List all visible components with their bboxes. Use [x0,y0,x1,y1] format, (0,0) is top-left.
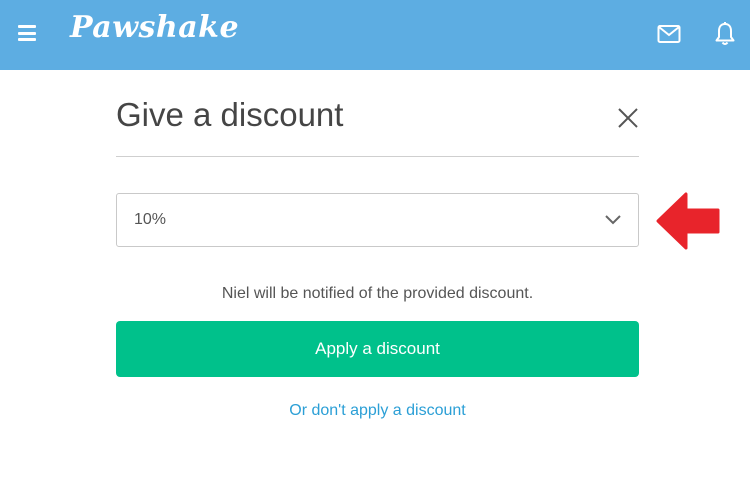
arrow-left-icon [656,192,720,250]
mail-icon[interactable] [657,24,681,44]
notification-notice: Niel will be notified of the provided di… [221,285,534,302]
brand-logo[interactable]: Pawshake [70,10,239,45]
top-navigation-bar: Pawshake [0,0,750,70]
close-icon[interactable] [617,107,639,129]
apply-discount-button[interactable]: Apply a discount [116,321,639,377]
menu-icon[interactable] [18,25,36,41]
chevron-down-icon [605,215,621,225]
page-title: Give a discount [116,96,344,133]
discount-select-value: 10% [134,211,167,228]
title-divider [116,156,639,157]
discount-select[interactable]: 10% [116,193,639,247]
skip-discount-link[interactable]: Or don't apply a discount [116,402,639,420]
bell-icon[interactable] [714,21,736,47]
